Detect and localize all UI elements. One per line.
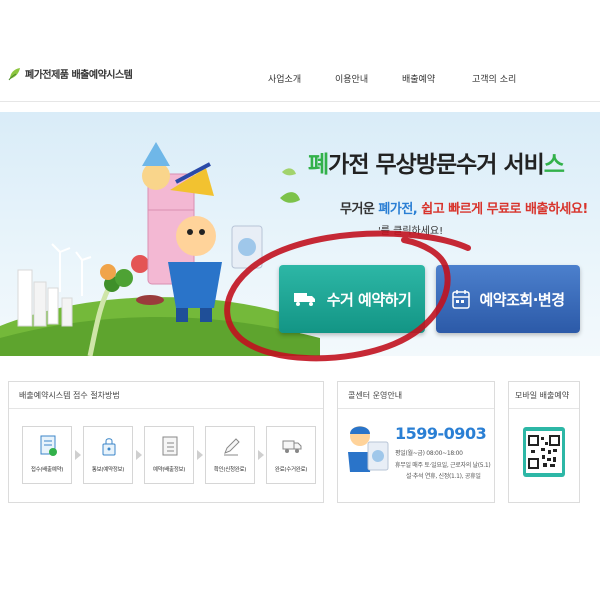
divider <box>509 408 579 409</box>
document-icon <box>40 435 57 456</box>
callcenter-phone[interactable]: 1599-0903 <box>395 424 487 443</box>
hero-banner: 폐가전 무상방문수거 서비스 무거운 폐가전, 쉽고 빠르게 무료로 배출하세요… <box>0 112 600 356</box>
leaf-logo-icon <box>8 67 20 80</box>
chevron-right-icon <box>75 450 81 460</box>
chevron-right-icon <box>136 450 142 460</box>
step-notify: 통보(예약정보) <box>83 426 133 484</box>
procedure-panel: 배출예약시스템 접수 절차방법 접수(배출예약) 통보(예약정보) 예약(배출정… <box>8 381 324 503</box>
nav-item-customer-voice[interactable]: 고객의 소리 <box>472 72 516 85</box>
callcenter-panel: 콜센터 운영안내 1599-0903 평일(월~금) 08:00~18:00 휴… <box>337 381 495 503</box>
qr-code-icon <box>528 435 560 469</box>
logo-text: 폐가전제품 배출예약시스템 <box>25 70 133 81</box>
reserve-pickup-label: 수거 예약하기 <box>326 290 412 309</box>
callcenter-title: 콜센터 운영안내 <box>348 391 403 400</box>
chevron-right-icon <box>197 450 203 460</box>
mobile-title: 모바일 배출예약 <box>515 391 570 400</box>
check-reservation-label: 예약조회·변경 <box>479 290 566 309</box>
check-reservation-button[interactable]: 예약조회·변경 <box>436 265 580 333</box>
qr-code[interactable] <box>523 427 565 477</box>
step-apply: 접수(배출예약) <box>22 426 72 484</box>
divider <box>338 408 494 409</box>
hero-subtitle: 무거운 폐가전, 쉽고 빠르게 무료로 배출하세요! <box>340 202 588 217</box>
callcenter-holiday-extra: 설·추석 연휴, 신정(1.1), 공휴일 <box>406 473 481 480</box>
truck-icon <box>293 293 315 306</box>
nav-item-about[interactable]: 사업소개 <box>268 72 301 85</box>
hero-click-note: '를 클릭하세요! <box>378 226 444 237</box>
mobile-panel: 모바일 배출예약 <box>508 381 580 503</box>
pen-icon <box>224 438 240 456</box>
step-complete: 완료(수거완료) <box>266 426 316 484</box>
callcenter-agent-icon <box>348 426 389 472</box>
nav-item-reservation[interactable]: 배출예약 <box>402 72 435 85</box>
step-reserve: 예약(배출정보) <box>144 426 194 484</box>
step-confirm: 확인(신청완료) <box>205 426 255 484</box>
lock-icon <box>102 438 116 456</box>
site-logo[interactable]: 폐가전제품 배출예약시스템 <box>8 66 133 81</box>
hero-title: 폐가전 무상방문수거 서비스 <box>308 152 565 178</box>
calendar-icon <box>451 290 470 309</box>
reserve-pickup-button[interactable]: 수거 예약하기 <box>279 265 425 333</box>
procedure-title: 배출예약시스템 접수 절차방법 <box>19 391 120 400</box>
nav-item-guide[interactable]: 이용안내 <box>335 72 368 85</box>
callcenter-weekday-hours: 평일(월~금) 08:00~18:00 <box>395 450 463 457</box>
divider <box>9 408 323 409</box>
callcenter-holiday: 휴무일 매주 토·일요일, 근로자의 날(5.1) <box>395 462 491 469</box>
site-header: 폐가전제품 배출예약시스템 사업소개 이용안내 배출예약 고객의 소리 <box>0 0 600 102</box>
chevron-right-icon <box>258 450 264 460</box>
checklist-icon <box>162 436 178 456</box>
truck-icon <box>282 440 302 453</box>
